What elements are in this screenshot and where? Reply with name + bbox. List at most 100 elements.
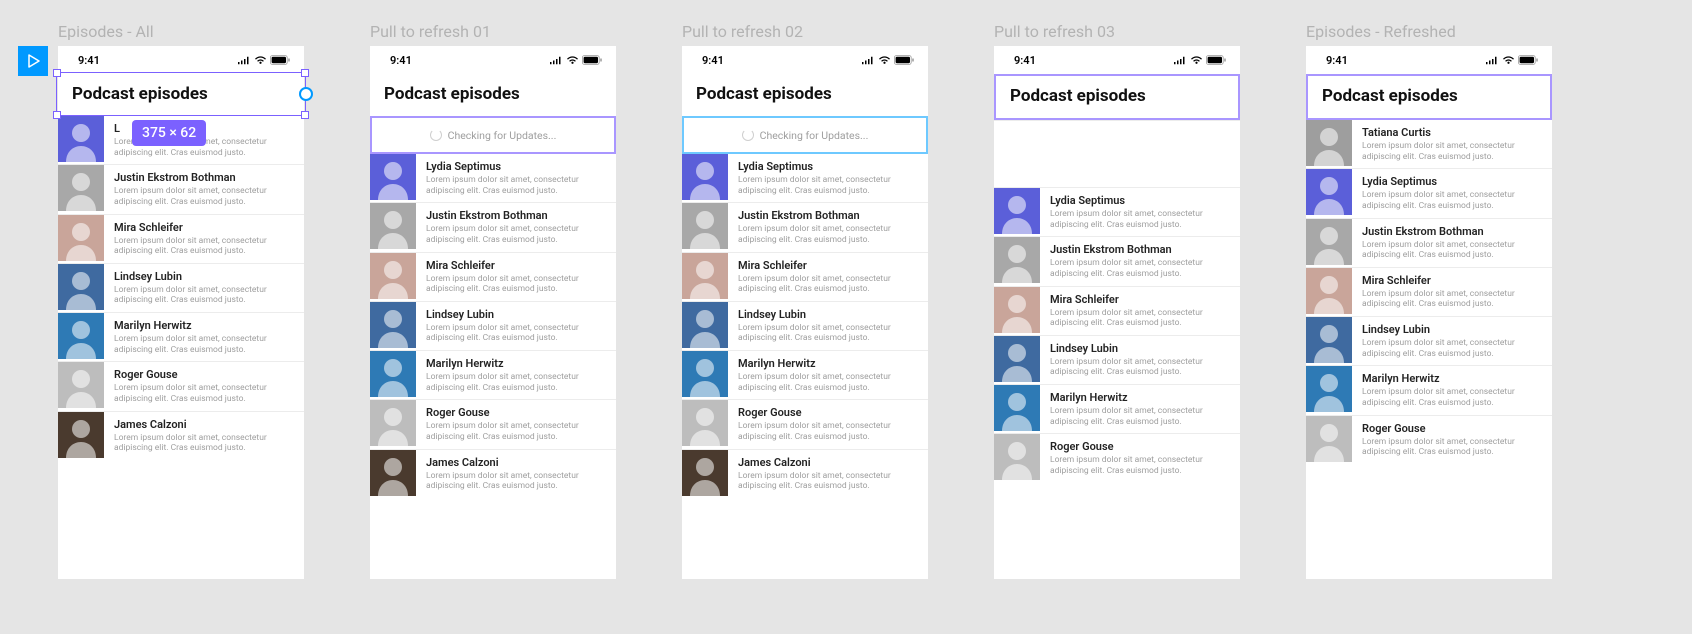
list-item[interactable]: Roger Gouse Lorem ipsum dolor sit amet, … [682,399,928,448]
list-item[interactable]: Lydia Septimus Lorem ipsum dolor sit ame… [1306,168,1552,217]
episode-description: Lorem ipsum dolor sit amet, consectetur … [426,372,606,393]
avatar [682,302,728,348]
episode-description: Lorem ipsum dolor sit amet, consectetur … [1050,406,1230,427]
episode-title: Justin Ekstrom Bothman [738,209,918,222]
list-item-body: Marilyn Herwitz Lorem ipsum dolor sit am… [1040,385,1240,433]
list-item[interactable]: Marilyn Herwitz Lorem ipsum dolor sit am… [370,350,616,399]
screen-header: Podcast episodes [994,74,1240,120]
list-item[interactable]: Justin Ekstrom Bothman Lorem ipsum dolor… [58,164,304,213]
list-item-body: Mira Schleifer Lorem ipsum dolor sit ame… [1040,287,1240,335]
list-item-body: Lindsey Lubin Lorem ipsum dolor sit amet… [728,302,928,350]
avatar [682,203,728,249]
artboard[interactable]: 9:41 Podcast episodes Tatiana Curtis Lor… [1306,46,1552,579]
episode-description: Lorem ipsum dolor sit amet, consectetur … [1050,357,1230,378]
frame-label: Pull to refresh 01 [370,22,491,41]
episode-list[interactable]: L Lorem ipsum dolor sit amet, consectetu… [58,116,304,460]
list-item[interactable]: Lydia Septimus Lorem ipsum dolor sit ame… [370,154,616,202]
list-item-body: Lindsey Lubin Lorem ipsum dolor sit amet… [1040,336,1240,384]
prototype-connection-handle[interactable] [299,87,313,101]
list-item[interactable]: Marilyn Herwitz Lorem ipsum dolor sit am… [682,350,928,399]
avatar [682,253,728,299]
list-item[interactable]: Marilyn Herwitz Lorem ipsum dolor sit am… [994,384,1240,433]
episode-title: Justin Ekstrom Bothman [114,171,294,184]
list-item-body: Marilyn Herwitz Lorem ipsum dolor sit am… [728,351,928,399]
list-item-body: Marilyn Herwitz Lorem ipsum dolor sit am… [1352,366,1552,414]
list-item-body: Marilyn Herwitz Lorem ipsum dolor sit am… [416,351,616,399]
episode-list[interactable]: Lydia Septimus Lorem ipsum dolor sit ame… [994,188,1240,483]
list-item[interactable]: Roger Gouse Lorem ipsum dolor sit amet, … [1306,415,1552,464]
list-item[interactable]: Lindsey Lubin Lorem ipsum dolor sit amet… [370,301,616,350]
list-item[interactable]: Lindsey Lubin Lorem ipsum dolor sit amet… [58,263,304,312]
list-item[interactable]: Mira Schleifer Lorem ipsum dolor sit ame… [682,252,928,301]
frame-label: Episodes - Refreshed [1306,22,1456,41]
list-item-body: Justin Ekstrom Bothman Lorem ipsum dolor… [1040,237,1240,285]
episode-list[interactable]: Lydia Septimus Lorem ipsum dolor sit ame… [682,154,928,498]
list-item[interactable]: James Calzoni Lorem ipsum dolor sit amet… [58,411,304,460]
list-item[interactable]: Mira Schleifer Lorem ipsum dolor sit ame… [1306,267,1552,316]
page-title: Podcast episodes [384,84,602,104]
episode-title: Lindsey Lubin [426,308,606,321]
selection-handle[interactable] [301,111,309,119]
list-item[interactable]: Mira Schleifer Lorem ipsum dolor sit ame… [58,214,304,263]
list-item[interactable]: Mira Schleifer Lorem ipsum dolor sit ame… [994,286,1240,335]
refresh-label: Checking for Updates... [448,129,557,142]
list-item[interactable]: Marilyn Herwitz Lorem ipsum dolor sit am… [58,312,304,361]
list-item-body: Lindsey Lubin Lorem ipsum dolor sit amet… [104,264,304,312]
artboard[interactable]: 9:41 Podcast episodes Lydia Septimus Lor… [994,46,1240,579]
status-time: 9:41 [1326,54,1348,67]
list-item-body: Mira Schleifer Lorem ipsum dolor sit ame… [1352,268,1552,316]
list-item[interactable]: Justin Ekstrom Bothman Lorem ipsum dolor… [682,202,928,251]
list-item[interactable]: Lindsey Lubin Lorem ipsum dolor sit amet… [1306,316,1552,365]
list-item[interactable]: James Calzoni Lorem ipsum dolor sit amet… [682,449,928,498]
list-item[interactable]: Roger Gouse Lorem ipsum dolor sit amet, … [58,361,304,410]
episode-title: Justin Ekstrom Bothman [1050,243,1230,256]
episode-description: Lorem ipsum dolor sit amet, consectetur … [426,224,606,245]
episode-title: Mira Schleifer [426,259,606,272]
status-indicators [861,55,914,65]
artboard[interactable]: 9:41 Podcast episodes Checking for Updat… [370,46,616,579]
avatar [370,400,416,446]
list-item[interactable]: Roger Gouse Lorem ipsum dolor sit amet, … [994,433,1240,482]
list-item-body: Mira Schleifer Lorem ipsum dolor sit ame… [728,253,928,301]
selection-handle[interactable] [53,111,61,119]
prototype-play-icon[interactable] [18,46,48,76]
list-item[interactable]: Justin Ekstrom Bothman Lorem ipsum dolor… [1306,218,1552,267]
episode-title: Roger Gouse [114,368,294,381]
episode-title: James Calzoni [114,418,294,431]
episode-description: Lorem ipsum dolor sit amet, consectetur … [1050,209,1230,230]
episode-description: Lorem ipsum dolor sit amet, consectetur … [1362,289,1542,310]
episode-title: Marilyn Herwitz [1362,372,1542,385]
list-item[interactable]: Lindsey Lubin Lorem ipsum dolor sit amet… [994,335,1240,384]
episode-title: Lydia Septimus [738,160,918,173]
episode-list[interactable]: Lydia Septimus Lorem ipsum dolor sit ame… [370,154,616,498]
list-item[interactable]: Lindsey Lubin Lorem ipsum dolor sit amet… [682,301,928,350]
episode-list[interactable]: Tatiana Curtis Lorem ipsum dolor sit ame… [1306,120,1552,464]
avatar [58,362,104,408]
list-item[interactable]: Mira Schleifer Lorem ipsum dolor sit ame… [370,252,616,301]
status-indicators [1485,55,1538,65]
list-item[interactable]: James Calzoni Lorem ipsum dolor sit amet… [370,449,616,498]
list-item[interactable]: Justin Ekstrom Bothman Lorem ipsum dolor… [370,202,616,251]
episode-title: Lydia Septimus [1362,175,1542,188]
list-item[interactable]: Tatiana Curtis Lorem ipsum dolor sit ame… [1306,120,1552,168]
list-item[interactable]: Lydia Septimus Lorem ipsum dolor sit ame… [682,154,928,202]
avatar [58,412,104,458]
list-item[interactable]: Roger Gouse Lorem ipsum dolor sit amet, … [370,399,616,448]
status-indicators [237,55,290,65]
page-title: Podcast episodes [1322,86,1536,106]
selection-handle[interactable] [301,69,309,77]
list-item[interactable]: Lydia Septimus Lorem ipsum dolor sit ame… [994,188,1240,236]
page-title: Podcast episodes [1010,86,1224,106]
avatar [370,253,416,299]
status-time: 9:41 [390,54,412,67]
list-item-body: James Calzoni Lorem ipsum dolor sit amet… [104,412,304,460]
list-item[interactable]: Justin Ekstrom Bothman Lorem ipsum dolor… [994,236,1240,285]
episode-description: Lorem ipsum dolor sit amet, consectetur … [114,334,294,355]
selection-handle[interactable] [53,69,61,77]
episode-description: Lorem ipsum dolor sit amet, consectetur … [1050,258,1230,279]
avatar [994,385,1040,431]
status-bar: 9:41 [994,46,1240,74]
list-item[interactable]: Marilyn Herwitz Lorem ipsum dolor sit am… [1306,365,1552,414]
avatar [1306,416,1352,462]
artboard[interactable]: 9:41 Podcast episodes Checking for Updat… [682,46,928,579]
